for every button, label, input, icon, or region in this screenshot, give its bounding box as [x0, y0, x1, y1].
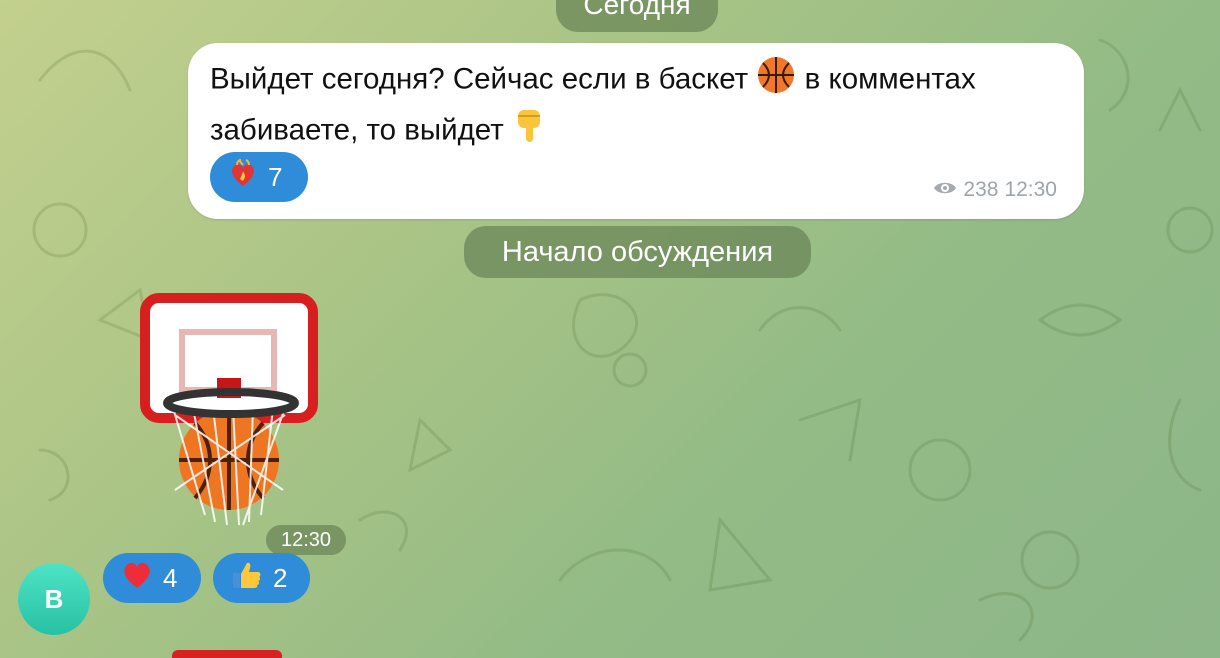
- post-reaction-button[interactable]: 7: [210, 152, 308, 202]
- basketball-icon: [756, 55, 796, 106]
- avatar[interactable]: В: [18, 563, 90, 635]
- reaction-thumbs-up-button[interactable]: 2: [213, 553, 310, 603]
- pointing-down-hand-icon: [512, 106, 548, 157]
- post-meta: 238 12:30: [933, 178, 1057, 202]
- next-sticker-edge: [172, 650, 282, 658]
- post-reaction-count: 7: [268, 161, 283, 192]
- reaction-heart-count: 4: [163, 562, 178, 593]
- post-views: 238: [963, 178, 999, 201]
- basketball-hoop-sticker[interactable]: [135, 290, 325, 535]
- reaction-thumbs-up-count: 2: [273, 562, 288, 593]
- reaction-heart-button[interactable]: 4: [103, 553, 201, 603]
- eye-icon: [933, 178, 957, 202]
- date-separator: Сегодня: [556, 0, 718, 32]
- heart-on-fire-icon: [228, 158, 258, 196]
- comment-time: 12:30: [266, 525, 346, 555]
- discussion-start-separator: Начало обсуждения: [464, 226, 811, 278]
- thumbs-up-icon: [231, 559, 263, 598]
- red-heart-icon: [121, 560, 153, 597]
- post-text: Выйдет сегодня? Сейчас если в баскет в к…: [210, 55, 1070, 157]
- channel-post[interactable]: Выйдет сегодня? Сейчас если в баскет в к…: [188, 43, 1084, 219]
- post-time: 12:30: [1004, 178, 1057, 201]
